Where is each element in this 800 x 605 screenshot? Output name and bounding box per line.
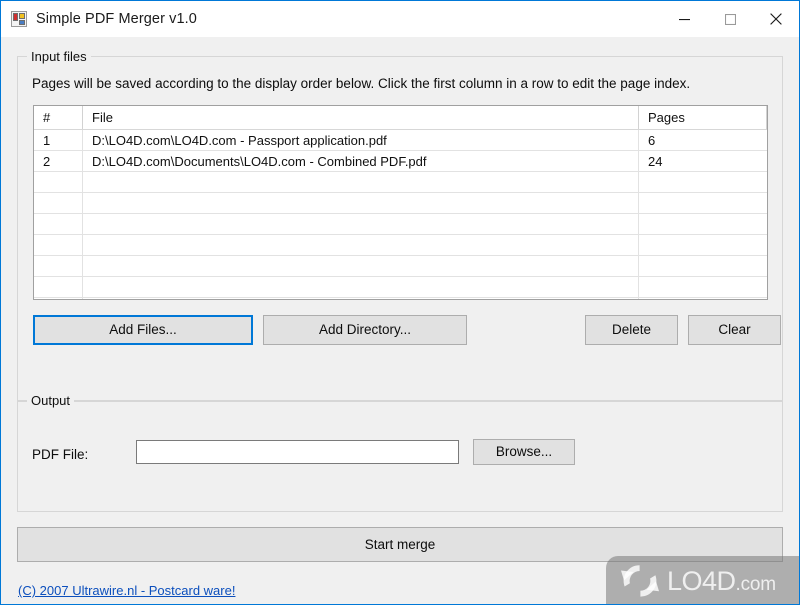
- minimize-button[interactable]: [661, 1, 707, 37]
- cell-empty[interactable]: [34, 235, 83, 255]
- table-row-empty[interactable]: [34, 193, 767, 214]
- cell-empty[interactable]: [34, 214, 83, 234]
- column-header-file[interactable]: File: [83, 106, 639, 129]
- table-row-empty[interactable]: [34, 256, 767, 277]
- cell-empty[interactable]: [34, 298, 83, 299]
- cell-empty[interactable]: [34, 172, 83, 192]
- cell-empty[interactable]: [83, 256, 639, 276]
- cell-file[interactable]: D:\LO4D.com\Documents\LO4D.com - Combine…: [83, 151, 639, 171]
- cell-index[interactable]: 1: [34, 130, 83, 150]
- maximize-icon: [724, 13, 736, 25]
- cell-empty[interactable]: [639, 277, 767, 297]
- app-window-panes-icon: [11, 11, 27, 27]
- table-row-empty[interactable]: [34, 235, 767, 256]
- application-window: Simple PDF Merger v1.0 Input files Pages…: [0, 0, 800, 605]
- cell-file[interactable]: D:\LO4D.com\LO4D.com - Passport applicat…: [83, 130, 639, 150]
- browse-button[interactable]: Browse...: [473, 439, 575, 465]
- cell-empty[interactable]: [34, 193, 83, 213]
- cell-empty[interactable]: [639, 298, 767, 299]
- cell-empty[interactable]: [639, 193, 767, 213]
- add-directory-button[interactable]: Add Directory...: [263, 315, 467, 345]
- clear-button[interactable]: Clear: [688, 315, 781, 345]
- pdf-file-input[interactable]: [136, 440, 459, 464]
- close-icon: [770, 13, 782, 25]
- cell-empty[interactable]: [83, 214, 639, 234]
- minimize-icon: [678, 18, 690, 20]
- cell-empty[interactable]: [83, 298, 639, 299]
- window-title: Simple PDF Merger v1.0: [36, 10, 197, 27]
- output-group: Output PDF File: Browse...: [17, 393, 783, 512]
- cell-empty[interactable]: [83, 235, 639, 255]
- copyright-link[interactable]: (C) 2007 Ultrawire.nl - Postcard ware!: [18, 583, 235, 598]
- maximize-button[interactable]: [707, 1, 753, 37]
- cell-empty[interactable]: [639, 235, 767, 255]
- table-row-empty[interactable]: [34, 172, 767, 193]
- cell-empty[interactable]: [639, 256, 767, 276]
- close-button[interactable]: [753, 1, 799, 37]
- cell-empty[interactable]: [83, 172, 639, 192]
- cell-empty[interactable]: [34, 277, 83, 297]
- add-files-button[interactable]: Add Files...: [33, 315, 253, 345]
- input-files-group-label: Input files: [27, 49, 91, 64]
- cell-pages[interactable]: 24: [639, 151, 767, 171]
- table-row[interactable]: 2 D:\LO4D.com\Documents\LO4D.com - Combi…: [34, 151, 767, 172]
- cell-empty[interactable]: [83, 277, 639, 297]
- column-header-pages[interactable]: Pages: [639, 106, 767, 129]
- table-row-empty[interactable]: [34, 214, 767, 235]
- input-files-group: Input files Pages will be saved accordin…: [17, 49, 783, 402]
- title-bar: Simple PDF Merger v1.0: [1, 1, 799, 37]
- grid-header-row: # File Pages: [34, 106, 767, 130]
- table-row[interactable]: 1 D:\LO4D.com\LO4D.com - Passport applic…: [34, 130, 767, 151]
- cell-empty[interactable]: [83, 193, 639, 213]
- column-header-index[interactable]: #: [34, 106, 83, 129]
- start-merge-button[interactable]: Start merge: [17, 527, 783, 562]
- delete-button[interactable]: Delete: [585, 315, 678, 345]
- window-controls: [661, 1, 799, 37]
- cell-empty[interactable]: [639, 172, 767, 192]
- input-hint-text: Pages will be saved according to the dis…: [32, 76, 691, 91]
- cell-empty[interactable]: [34, 256, 83, 276]
- cell-pages[interactable]: 6: [639, 130, 767, 150]
- cell-index[interactable]: 2: [34, 151, 83, 171]
- table-row-empty[interactable]: [34, 298, 767, 299]
- pdf-file-label: PDF File:: [32, 447, 89, 462]
- empty-rows-container: [34, 172, 767, 299]
- output-group-label: Output: [27, 393, 75, 408]
- table-row-empty[interactable]: [34, 277, 767, 298]
- cell-empty[interactable]: [639, 214, 767, 234]
- file-list-grid[interactable]: # File Pages 1 D:\LO4D.com\LO4D.com - Pa…: [33, 105, 768, 300]
- client-area: Input files Pages will be saved accordin…: [1, 37, 799, 604]
